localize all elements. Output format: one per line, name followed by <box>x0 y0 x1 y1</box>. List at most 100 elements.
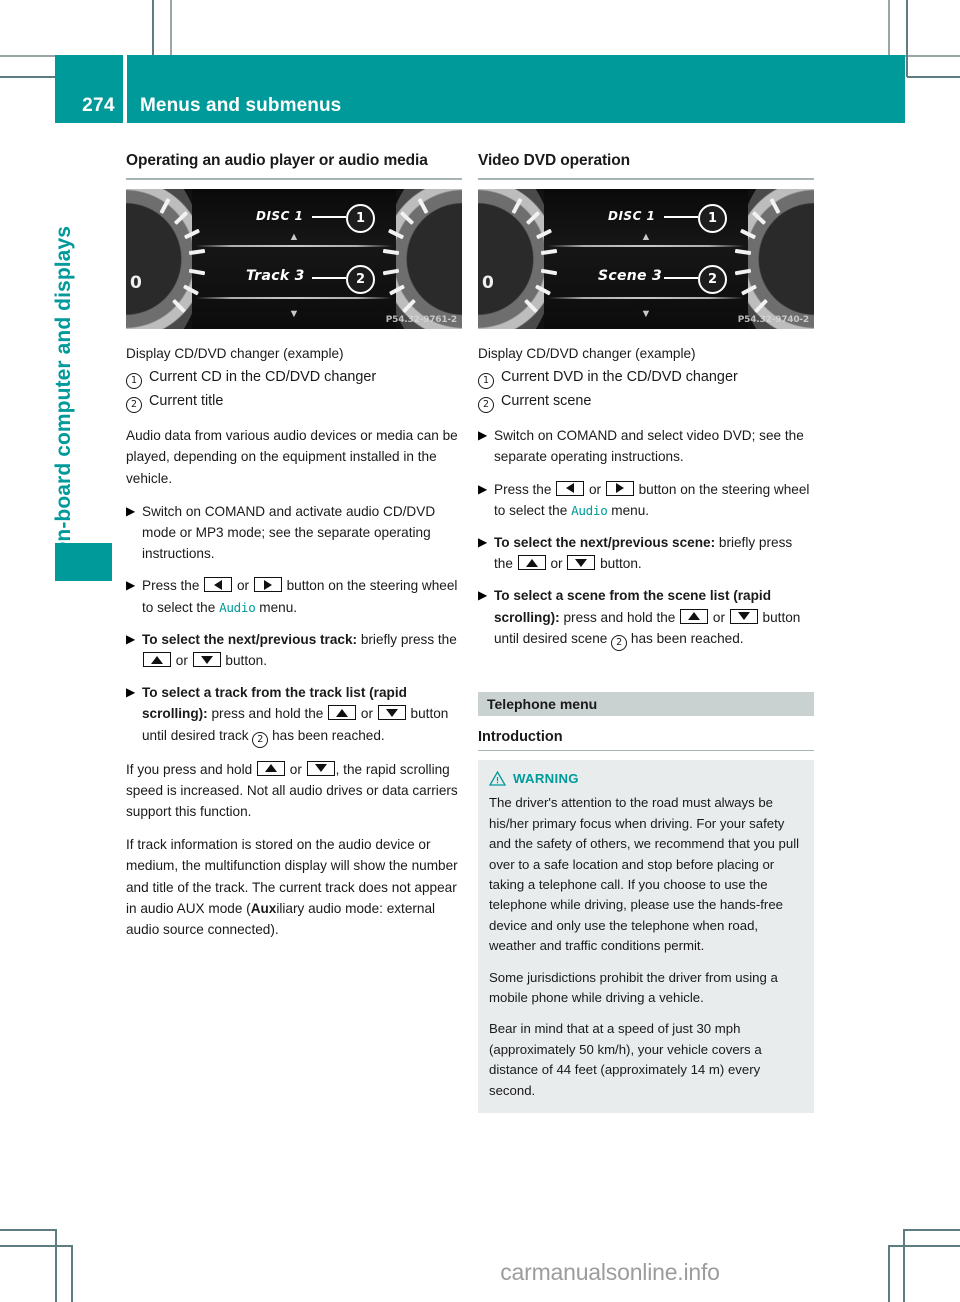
step-bullet-arrow-icon: ▶ <box>478 481 488 496</box>
gauge-zero-label: 0 <box>482 273 494 293</box>
warning-label: WARNING <box>513 771 579 787</box>
leader-line-1 <box>664 216 698 218</box>
page-header: 274 Menus and submenus <box>55 55 905 123</box>
instruction-step: ▶ Press the or button on the steering whe… <box>126 575 462 617</box>
left-column: Operating an audio player or audio media… <box>126 150 462 952</box>
steering-wheel-up-button-icon <box>328 705 357 721</box>
left-section-title: Operating an audio player or audio media <box>126 152 428 169</box>
figure-watermark: P54.32-9740-2 <box>737 315 809 325</box>
figure-callout-2: 2 <box>698 265 727 294</box>
step-text: To select a scene from the scene list (r… <box>494 585 814 651</box>
right-figure-instrument-cluster: ▲ ▼ DISC 1 Scene 3 1 2 P54.32-9740-2 0 <box>478 189 814 329</box>
left-figure-instrument-cluster: ▲ ▼ DISC 1 Track 3 1 2 P54.32-9761-2 0 <box>126 189 462 329</box>
steering-wheel-up-button-icon <box>680 608 709 624</box>
step-text: Switch on COMAND and select video DVD; s… <box>494 428 804 465</box>
step-bullet-arrow-icon: ▶ <box>478 428 488 443</box>
left-legend-item-1: 1 Current CD in the CD/DVD changer <box>126 366 462 390</box>
step-text: To select the next/previous track: brief… <box>142 631 457 669</box>
emphasis-text: To select the next/previous track: <box>142 631 358 647</box>
crop-mark-top-left-vertical <box>170 0 172 56</box>
step-bullet-arrow-icon: ▶ <box>478 535 488 550</box>
steering-wheel-left-button-icon <box>556 480 585 496</box>
leader-line-1 <box>312 216 346 218</box>
emphasis-text: To select the next/previous scene: <box>494 535 716 551</box>
legend-marker-2: 2 <box>478 390 501 414</box>
step-bullet-arrow-icon: ▶ <box>126 631 136 646</box>
menu-name-text: Audio <box>219 599 256 615</box>
steering-wheel-up-button-icon <box>256 760 285 776</box>
crop-mark-top-right-horizontal-inner <box>907 76 960 78</box>
instruction-step: ▶ To select a scene from the scene list (… <box>478 585 814 651</box>
instruction-step: ▶ Press the or button on the steering whe… <box>478 479 814 521</box>
page-number: 274 <box>55 55 123 123</box>
instruction-step: ▶ Switch on COMAND and activate audio CD/… <box>126 501 462 565</box>
telephone-menu-band: Telephone menu <box>478 691 814 716</box>
figure-disc-text: DISC 1 <box>256 209 304 223</box>
introduction-subtitle: Introduction <box>478 728 563 745</box>
figure-watermark: P54.32-9761-2 <box>385 315 457 325</box>
steering-wheel-down-button-icon <box>306 760 335 776</box>
legend-marker-1: 1 <box>126 366 149 390</box>
display-separator-bottom <box>196 297 392 299</box>
figure-track-text: Track 3 <box>246 268 305 284</box>
leader-line-2 <box>312 277 346 279</box>
menu-name-text: Audio <box>571 502 608 518</box>
figure-callout-1: 1 <box>346 204 375 233</box>
emphasis-text: Aux <box>250 900 277 916</box>
left-closing-paragraph: If track information is stored on the au… <box>126 837 458 938</box>
figure-callout-2: 2 <box>346 265 375 294</box>
step-bullet-arrow-icon: ▶ <box>126 503 136 518</box>
legend-text-1: Current DVD in the CD/DVD changer <box>501 369 738 386</box>
step-text: Press the or button on the steering whee… <box>142 577 458 615</box>
step-text: To select the next/previous scene: brief… <box>494 535 793 572</box>
right-legend-item-1: 1 Current DVD in the CD/DVD changer <box>478 366 814 390</box>
warning-header: WARNING <box>489 771 803 786</box>
step-text: Switch on COMAND and activate audio CD/D… <box>142 503 436 562</box>
crop-mark-bottom-right-horizontal-inner <box>888 1245 960 1247</box>
callout-reference-2: 2 <box>252 731 269 748</box>
chapter-tab-marker <box>55 543 112 581</box>
instruction-step: ▶ To select the next/previous scene: brie… <box>478 532 814 574</box>
introduction-rule <box>478 749 814 752</box>
step-text: To select a track from the track list (r… <box>142 682 462 748</box>
warning-paragraph-1: The driver's attention to the road must … <box>489 795 800 954</box>
left-steps-list: ▶ Switch on COMAND and activate audio CD/… <box>126 501 462 748</box>
display-separator-bottom <box>548 297 744 299</box>
crop-mark-top-right-vertical <box>888 0 890 56</box>
left-figure-caption: Display CD/DVD changer (example) <box>126 346 344 361</box>
steering-wheel-up-button-icon <box>143 652 171 668</box>
steering-wheel-left-button-icon <box>204 577 233 593</box>
right-section-title: Video DVD operation <box>478 152 630 169</box>
display-separator-top <box>548 245 744 247</box>
steering-wheel-down-button-icon <box>192 652 221 668</box>
page-title: Menus and submenus <box>127 55 905 123</box>
step-text: Press the or button on the steering whee… <box>494 480 810 518</box>
gauge-zero-label: 0 <box>130 273 142 293</box>
legend-marker-1: 1 <box>478 366 501 390</box>
left-intro-paragraph: Audio data from various audio devices or… <box>126 428 458 486</box>
right-section-rule <box>478 178 814 180</box>
callout-reference-2: 2 <box>611 634 628 651</box>
step-bullet-arrow-icon: ▶ <box>478 588 488 603</box>
instruction-step: ▶ To select a track from the track list (… <box>126 682 462 748</box>
crop-mark-bottom-left-horizontal-inner <box>0 1245 72 1247</box>
legend-text-2: Current scene <box>501 393 592 410</box>
right-legend-item-2: 2 Current scene <box>478 390 814 414</box>
warning-paragraph-3: Bear in mind that at a speed of just 30 … <box>489 1021 762 1098</box>
steering-wheel-right-button-icon <box>253 577 282 593</box>
figure-disc-text: DISC 1 <box>608 209 656 223</box>
figure-scene-text: Scene 3 <box>598 268 663 284</box>
figure-callout-1: 1 <box>698 204 727 233</box>
left-note-paragraph: If you press and hold or , the rapid scr… <box>126 760 458 820</box>
display-separator-top <box>196 245 392 247</box>
steering-wheel-right-button-icon <box>605 480 634 496</box>
crop-mark-bottom-left-horizontal <box>0 1229 56 1231</box>
steering-wheel-down-button-icon <box>567 555 596 571</box>
instruction-step: ▶ To select the next/previous track: brie… <box>126 629 462 671</box>
leader-line-2 <box>664 277 698 279</box>
legend-text-2: Current title <box>149 393 224 410</box>
step-bullet-arrow-icon: ▶ <box>126 685 136 700</box>
caret-up-icon: ▲ <box>288 231 300 243</box>
instruction-step: ▶ Switch on COMAND and select video DVD; … <box>478 425 814 467</box>
